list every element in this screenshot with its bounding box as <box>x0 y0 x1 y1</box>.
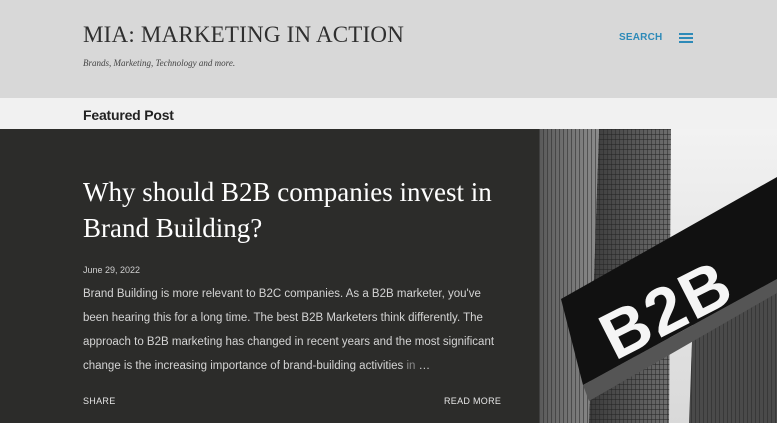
site-title[interactable]: MIA: MARKETING IN ACTION <box>83 22 404 48</box>
post-date: June 29, 2022 <box>83 265 141 275</box>
menu-icon-bar <box>679 41 693 43</box>
b2b-building-image: B2B <box>539 129 777 423</box>
featured-post-card: Why should B2B companies invest in Brand… <box>0 129 539 423</box>
post-snippet: Brand Building is more relevant to B2C c… <box>83 282 503 378</box>
search-button[interactable]: SEARCH <box>619 32 662 43</box>
site-tagline: Brands, Marketing, Technology and more. <box>83 58 236 68</box>
snippet-faded-text: in <box>403 360 416 372</box>
post-featured-image[interactable]: B2B <box>539 129 777 423</box>
site-header: MIA: MARKETING IN ACTION Brands, Marketi… <box>0 0 777 98</box>
hamburger-menu-icon[interactable] <box>679 31 693 45</box>
read-more-link[interactable]: READ MORE <box>444 396 501 406</box>
menu-icon-bar <box>679 37 693 39</box>
featured-post-bar: Featured Post <box>0 98 777 129</box>
snippet-ellipsis: … <box>415 360 431 372</box>
post-title[interactable]: Why should B2B companies invest in Brand… <box>83 174 503 246</box>
snippet-text: Brand Building is more relevant to B2C c… <box>83 288 495 372</box>
share-button[interactable]: SHARE <box>83 396 116 406</box>
menu-icon-bar <box>679 33 693 35</box>
featured-post-heading: Featured Post <box>83 107 174 123</box>
